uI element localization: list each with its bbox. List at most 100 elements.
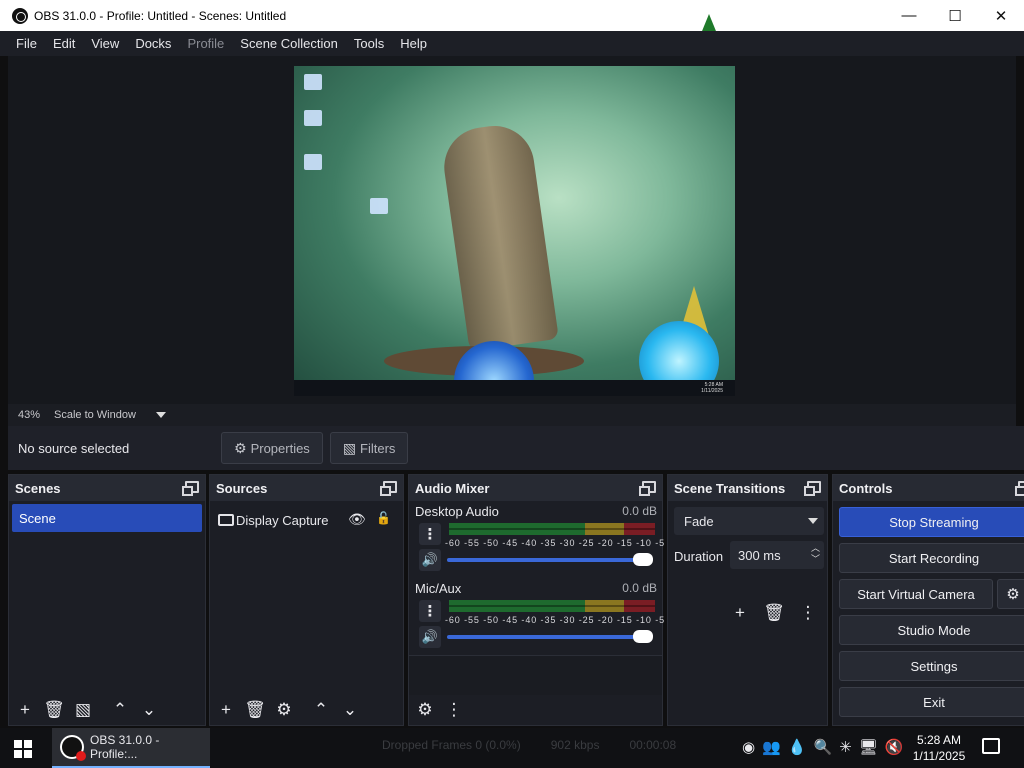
- clock-time: 5:28 AM: [916, 733, 962, 747]
- transition-value: Fade: [684, 513, 714, 529]
- transition-toolbar: + 🗑 ⋮: [728, 601, 830, 625]
- volume-slider[interactable]: [447, 558, 643, 562]
- speaker-icon[interactable]: 🔊: [419, 626, 441, 648]
- sources-header: Sources: [210, 475, 403, 501]
- notification-icon[interactable]: [982, 738, 1000, 754]
- taskbar-clock[interactable]: 5:28 AM 1/11/2025: [904, 732, 974, 764]
- undock-icon[interactable]: [380, 481, 397, 496]
- windows-taskbar: OBS 31.0.0 - Profile:... Dropped Frames …: [0, 728, 1024, 768]
- scenes-dock: Scenes Scene + 🗑 ▧ ⌃ ⌄: [8, 474, 206, 726]
- people-icon[interactable]: 👥: [762, 738, 781, 756]
- scale-mode-select[interactable]: Scale to Window: [54, 409, 136, 421]
- volume-slider-handle[interactable]: [633, 553, 653, 566]
- taskbar-obs-app[interactable]: OBS 31.0.0 - Profile:...: [52, 728, 210, 768]
- scene-filters-icon[interactable]: ▧: [71, 698, 95, 722]
- source-list-item[interactable]: Display Capture 👁 🔓: [218, 508, 398, 532]
- gear-icon[interactable]: ⚙: [272, 698, 296, 722]
- add-transition-icon[interactable]: +: [728, 601, 752, 625]
- sources-dock: Sources Display Capture 👁 🔓 + 🗑 ⚙ ⌃ ⌄: [209, 474, 404, 726]
- transitions-title: Scene Transitions: [674, 480, 786, 496]
- trash-icon[interactable]: 🗑: [762, 601, 786, 625]
- menu-file[interactable]: File: [8, 36, 45, 51]
- preview-canvas[interactable]: 5:28 AM 1/11/2025: [294, 66, 735, 396]
- filters-button[interactable]: ▧ Filters: [329, 432, 409, 464]
- gear-icon[interactable]: ⚙: [997, 579, 1024, 609]
- studio-mode-button[interactable]: Studio Mode: [839, 615, 1024, 645]
- volume-slider-handle[interactable]: [633, 630, 653, 643]
- close-button[interactable]: ✕: [978, 0, 1024, 31]
- advanced-audio-icon[interactable]: ⚙: [413, 698, 437, 722]
- more-options-icon[interactable]: ⋮: [419, 600, 441, 622]
- lock-icon[interactable]: 🔓: [376, 511, 391, 525]
- more-options-icon[interactable]: ⋮: [419, 523, 441, 545]
- menu-profile[interactable]: Profile: [179, 36, 232, 51]
- properties-label: Properties: [250, 440, 310, 456]
- obs-tray-icon[interactable]: ◉: [742, 738, 755, 756]
- captured-date: 1/11/2025: [701, 388, 723, 394]
- captured-taskbar: 5:28 AM 1/11/2025: [294, 380, 735, 396]
- menu-tools[interactable]: Tools: [346, 36, 392, 51]
- speaker-icon[interactable]: 🔊: [419, 549, 441, 571]
- add-scene-icon[interactable]: +: [13, 698, 37, 722]
- move-up-icon[interactable]: ⌃: [108, 698, 132, 722]
- start-virtual-camera-button[interactable]: Start Virtual Camera: [839, 579, 993, 609]
- move-down-icon[interactable]: ⌄: [338, 698, 362, 722]
- desktop-icon: [304, 154, 322, 170]
- undock-icon[interactable]: [639, 481, 656, 496]
- mixer-channel: Desktop Audio 0.0 dB ⋮ -60 -55 -50 -45 -…: [415, 501, 673, 575]
- duration-spinbox[interactable]: 300 ms ︿ ﹀: [730, 541, 824, 569]
- undock-icon[interactable]: [1015, 481, 1024, 496]
- windows-start-icon[interactable]: [14, 740, 32, 758]
- more-options-icon[interactable]: ⋮: [796, 601, 820, 625]
- status-bar-ghost: Dropped Frames 0 (0.0%) 902 kbps 00:00:0…: [382, 738, 706, 752]
- chevron-down-icon[interactable]: [155, 412, 166, 418]
- add-source-icon[interactable]: +: [214, 698, 238, 722]
- scene-list-item[interactable]: Scene: [12, 504, 202, 532]
- mixer-toolbar: ⚙ ⋮: [409, 695, 662, 725]
- undock-icon[interactable]: [182, 481, 199, 496]
- bitrate: 902 kbps: [550, 738, 600, 752]
- move-down-icon[interactable]: ⌄: [137, 698, 161, 722]
- move-up-icon[interactable]: ⌃: [309, 698, 333, 722]
- properties-button[interactable]: ⚙ Properties: [221, 432, 323, 464]
- menu-scene-collection[interactable]: Scene Collection: [232, 36, 346, 51]
- meter-ticks: -60 -55 -50 -45 -40 -35 -30 -25 -20 -15 …: [445, 615, 675, 625]
- no-source-label: No source selected: [18, 440, 130, 456]
- undock-icon[interactable]: [804, 481, 821, 496]
- context-bar: No source selected ⚙ Properties ▧ Filter…: [8, 426, 1024, 470]
- network-icon[interactable]: 🖥: [859, 738, 878, 756]
- eye-icon[interactable]: 👁: [348, 511, 366, 528]
- trash-icon[interactable]: 🗑: [243, 698, 267, 722]
- exit-button[interactable]: Exit: [839, 687, 1024, 717]
- title-bar: OBS 31.0.0 - Profile: Untitled - Scenes:…: [0, 0, 1024, 36]
- search-icon[interactable]: 🔍: [813, 738, 832, 756]
- captured-clock: 5:28 AM 1/11/2025: [701, 382, 723, 394]
- scenes-title: Scenes: [15, 480, 61, 496]
- star-icon[interactable]: ✳: [839, 738, 852, 756]
- minimize-button[interactable]: —: [886, 0, 932, 31]
- gear-icon: ⚙: [234, 439, 247, 456]
- start-recording-button[interactable]: Start Recording: [839, 543, 1024, 573]
- volume-meter: [449, 523, 655, 535]
- stop-streaming-button[interactable]: Stop Streaming: [839, 507, 1024, 537]
- chevron-down-icon: [808, 518, 818, 524]
- monitor-icon: [218, 514, 234, 526]
- menu-view[interactable]: View: [83, 36, 127, 51]
- drop-icon[interactable]: 💧: [788, 738, 807, 756]
- maximize-button[interactable]: ☐: [932, 0, 978, 31]
- menu-help[interactable]: Help: [392, 36, 435, 51]
- settings-button[interactable]: Settings: [839, 651, 1024, 681]
- controls-title: Controls: [839, 480, 893, 496]
- volume-muted-icon[interactable]: 🔇: [885, 738, 904, 756]
- more-options-icon[interactable]: ⋮: [442, 698, 466, 722]
- volume-slider[interactable]: [447, 635, 643, 639]
- filters-label: Filters: [360, 440, 396, 456]
- desktop-icon: [304, 74, 322, 90]
- clock-date: 1/11/2025: [912, 749, 966, 763]
- bonsai-tree-image: [439, 120, 559, 352]
- spin-arrows-icon[interactable]: ︿ ﹀: [811, 543, 820, 565]
- menu-edit[interactable]: Edit: [45, 36, 83, 51]
- trash-icon[interactable]: 🗑: [42, 698, 66, 722]
- menu-docks[interactable]: Docks: [127, 36, 179, 51]
- transition-select[interactable]: Fade: [674, 507, 824, 535]
